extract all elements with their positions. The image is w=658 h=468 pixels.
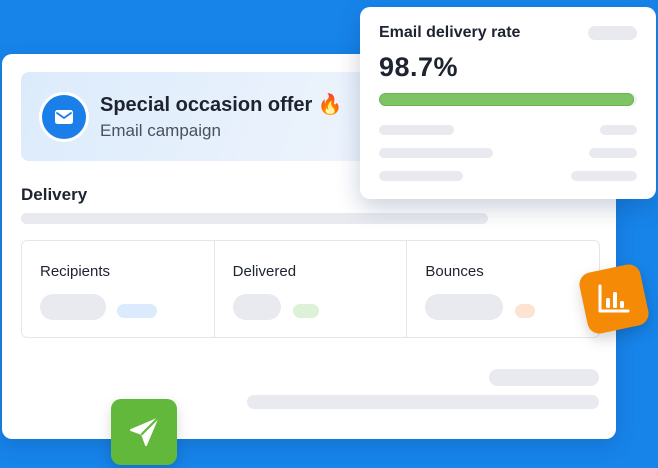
campaign-title-text: Special occasion offer xyxy=(100,94,313,116)
campaign-subtitle: Email campaign xyxy=(100,121,221,140)
bar-chart-icon[interactable] xyxy=(577,262,651,336)
stat-value-placeholder xyxy=(425,294,504,320)
mail-icon xyxy=(42,95,86,139)
fire-emoji: 🔥 xyxy=(317,94,343,116)
rate-row-placeholder xyxy=(379,148,493,158)
rate-row-placeholder xyxy=(379,125,454,135)
delivery-rate-value: 98.7% xyxy=(379,52,459,82)
campaign-banner[interactable]: Special occasion offer 🔥 Email campaign xyxy=(21,72,381,161)
delivery-stats: Recipients Delivered Bounces xyxy=(21,240,600,338)
delivery-rate-progress-fill xyxy=(379,93,634,106)
delivery-rate-title: Email delivery rate xyxy=(379,24,521,41)
rate-row-placeholder xyxy=(600,125,637,135)
delivery-heading: Delivery xyxy=(21,185,88,204)
stat-badge-placeholder xyxy=(117,304,157,318)
stat-label-bounces: Bounces xyxy=(425,263,484,280)
rate-row-placeholder xyxy=(571,171,637,181)
campaign-title: Special occasion offer 🔥 xyxy=(100,92,343,117)
stat-delivered[interactable]: Delivered xyxy=(213,241,407,337)
stat-label-recipients: Recipients xyxy=(40,263,111,280)
stat-badge-placeholder xyxy=(515,304,536,318)
delivery-placeholder-bar xyxy=(21,213,488,224)
stat-value-placeholder xyxy=(232,294,281,320)
footer-placeholder-long xyxy=(247,395,599,409)
delivery-rate-progress xyxy=(379,93,637,106)
stat-recipients[interactable]: Recipients xyxy=(22,241,214,337)
rate-header-placeholder xyxy=(588,26,637,40)
footer-placeholder-short xyxy=(489,369,599,386)
stat-badge-placeholder xyxy=(292,304,319,318)
stat-value-placeholder xyxy=(40,294,106,320)
delivery-rate-card: Email delivery rate 98.7% xyxy=(360,7,656,199)
stat-label-delivered: Delivered xyxy=(232,263,297,280)
stat-bounces[interactable]: Bounces xyxy=(406,241,599,337)
rate-row-placeholder xyxy=(379,171,463,181)
send-icon[interactable] xyxy=(111,399,177,465)
rate-row-placeholder xyxy=(589,148,637,158)
